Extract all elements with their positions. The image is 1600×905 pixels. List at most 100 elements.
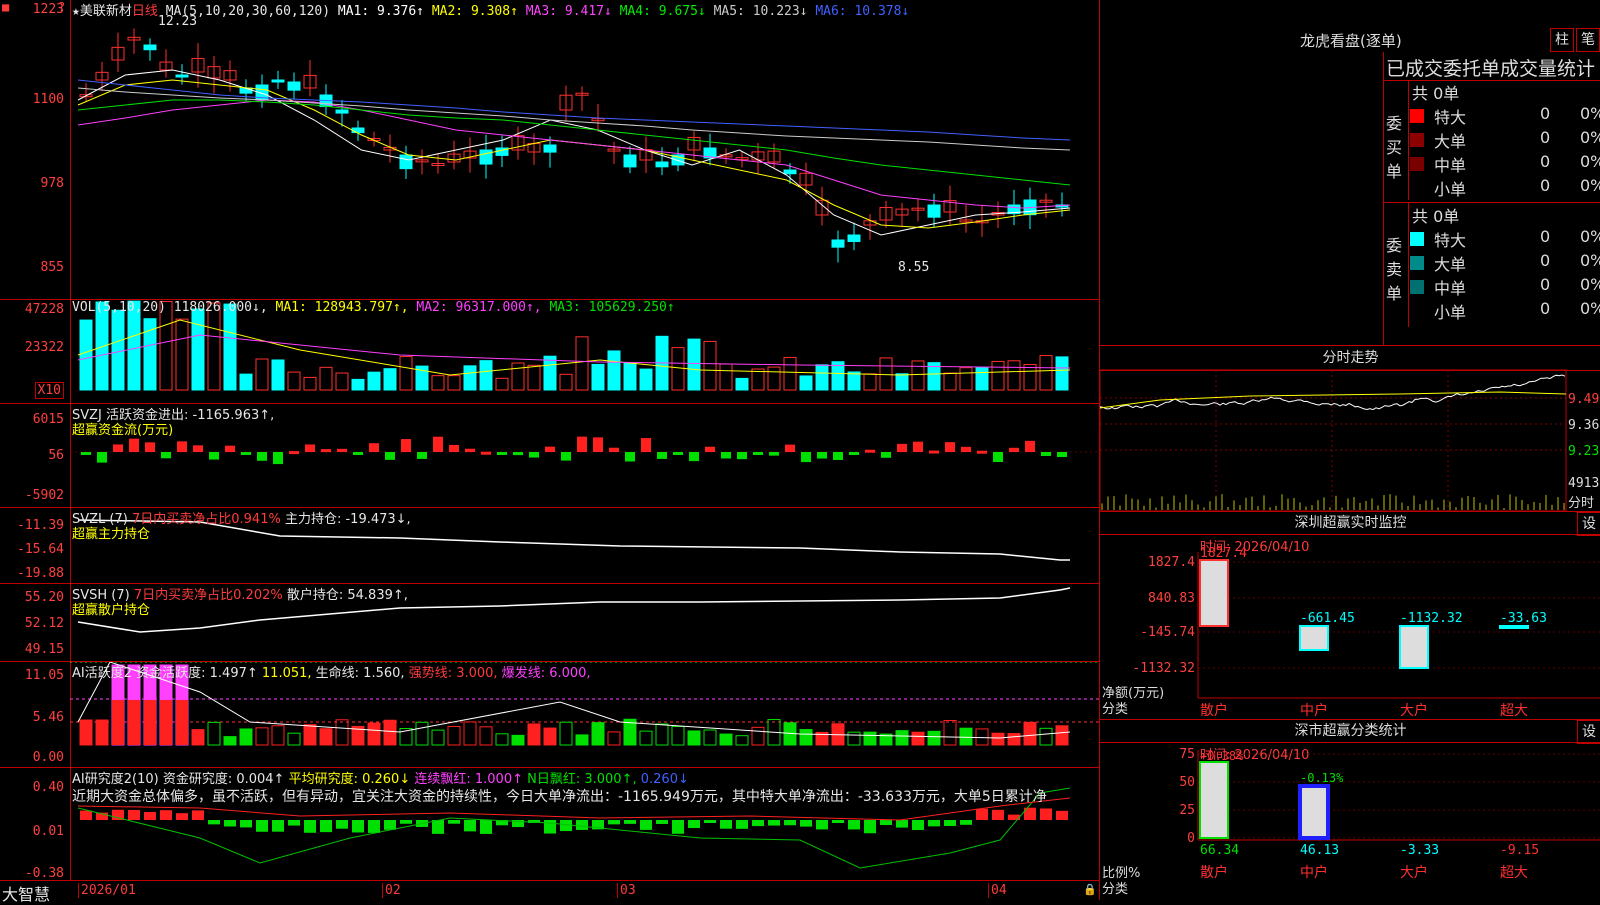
volume-bar [575,336,589,391]
activity-bar [463,721,477,746]
research-bar [656,820,668,824]
research-bar [128,809,140,820]
volume-bar [751,368,765,391]
svzl-panel[interactable]: -11.39 -15.64 -19.88 SVZL (7) 7日内买卖净占比0.… [0,508,1099,584]
row-count: 0 [1540,128,1551,147]
ma2-label: MA2: 9.308↑ [431,4,518,19]
kline-panel[interactable]: 1223 1100 978 855 ■ ? ★美联新材日线 MA(5,10,20… [0,0,1099,300]
sz-category-xlab: 分类 [1102,882,1129,897]
cat-bottom-value: 46.13 [1300,843,1339,858]
research-bar [320,820,332,833]
volume-bar [111,309,125,391]
research-bar [848,820,860,830]
svsh-panel[interactable]: 55.20 52.12 49.15 SVSH (7) 7日内买卖净占比0.202… [0,584,1099,662]
period-label[interactable]: 日线 [132,4,158,19]
volume-bar [895,373,909,391]
svzl-ratio: 7日内买卖净占比0.941% [131,512,281,527]
row-pct: 0% [1580,275,1600,294]
flow-bar [81,452,91,455]
flow-bar [545,446,555,452]
row-label: 特大 [1434,108,1467,127]
ai1-burst: 爆发线: 6.000, [501,666,591,681]
candle [927,204,941,218]
flow-bar [961,446,971,452]
cat-y-tick: 0 [1187,831,1195,846]
research-bar [816,820,828,830]
svzj-panel[interactable]: 6015 56 -5902 SVZJ 活跃资金进出: -1165.963↑, 超… [0,404,1099,508]
volume-bar [223,303,237,391]
research-bar [912,820,924,831]
tick-view-button[interactable]: 笔 [1576,28,1600,52]
flow-bar [1057,452,1067,458]
flow-bar [753,452,763,455]
svsh-name: 超赢散户持仓 [72,603,151,618]
ai2-nday: N日飘红: 3.000↑, [527,772,637,787]
row-count: 0 [1540,104,1551,123]
lock-icon[interactable]: 🔒 [1083,883,1097,896]
swatch-icon [1410,256,1424,270]
candle [351,127,365,134]
x-label-mar: 03 [617,883,636,898]
volume-bar [511,362,525,391]
volume-panel[interactable]: 47228 23322 X10 VOL(5,10,20) 118026.000↓… [0,300,1099,404]
ai1-activity: 资金活跃度: 1.497↑ [136,666,258,681]
flow-bar [257,452,267,461]
research-bar [1056,810,1068,820]
activity-bar [191,729,205,746]
volume-bar [591,363,605,391]
research-bar [336,820,348,829]
star-icon[interactable]: ★ [72,4,80,19]
sz-monitor-panel[interactable]: 深圳超赢实时监控 设 时间: 2026/04/10 1827.4 840.83 -1… [1099,512,1600,720]
volume-bar [1023,364,1037,391]
buy-row-l: 大单 0 0% [1410,128,1600,152]
volume-bar [559,373,573,391]
volume-bar [847,371,861,391]
sz-bar-value: -1132.32 [1400,611,1463,626]
activity-bar-inner [160,700,172,745]
research-bar [960,820,972,825]
research-bar [432,820,444,834]
row-label: 小单 [1434,303,1467,322]
flow-bar [513,452,523,456]
volume-bar [623,362,637,391]
flow-bar [497,452,507,455]
high-price-label: 12.23 [158,14,198,29]
cat-label: 散户 [1200,864,1228,881]
ma-line-5 [77,79,1071,141]
research-bar [80,810,92,820]
activity-bar [639,730,653,746]
volume-bar [479,360,493,391]
sz-y-tick: 840.83 [1148,591,1195,606]
volume-bar [463,365,477,391]
row-label: 大单 [1434,255,1467,274]
research-bar [800,820,812,827]
ma1-label: MA1: 9.376↑ [337,4,424,19]
intraday-panel[interactable]: 分时走势 9.49 9.36 9.23 4913 分时 [1099,346,1600,512]
svsh-holding: 散户持仓: 54.839↑, [286,588,408,603]
volume-bar [863,373,877,391]
flow-bar [785,444,795,452]
stock-name[interactable]: 美联新材 [80,4,132,19]
volume-bar [815,364,829,391]
ai-activity-panel[interactable]: 11.05 5.46 0.00 AI活跃度2 资金活跃度: 1.497↑ 11.… [0,662,1099,768]
volume-bar [79,319,93,391]
research-bar [864,820,876,834]
row-label: 小单 [1434,180,1467,199]
lhb-panel[interactable]: 龙虎看盘(逐单) 柱 笔 已成交委托单成交量统计 共 0单 委买单 特大 0 0% … [1099,0,1600,346]
research-bar [208,820,220,825]
activity-bar [959,727,973,746]
sz-category-panel[interactable]: 深市超赢分类统计 设 时间: 2026/04/10 75 50 25 0 +0.38% -… [1099,720,1600,900]
sz-monitor-xlab: 分类 [1102,702,1129,717]
ma-line-6 [77,87,1071,151]
ai1-title: AI活跃度2 [72,666,132,681]
activity-bar [543,727,557,746]
candle [143,44,157,51]
ai-research-panel[interactable]: 0.40 0.01 -0.38 AI研究度2(10) 资金研究度: 0.004↑… [0,768,1099,881]
ai1-header: AI活跃度2 资金活跃度: 1.497↑ 11.051, 生命线: 1.560,… [72,662,591,681]
activity-bar-inner [128,700,140,745]
activity-bar-inner [112,700,124,745]
bar-view-button[interactable]: 柱 [1550,28,1574,52]
volume-bar [1055,356,1069,391]
volume-bar [911,360,925,391]
flow-bar [289,451,299,455]
